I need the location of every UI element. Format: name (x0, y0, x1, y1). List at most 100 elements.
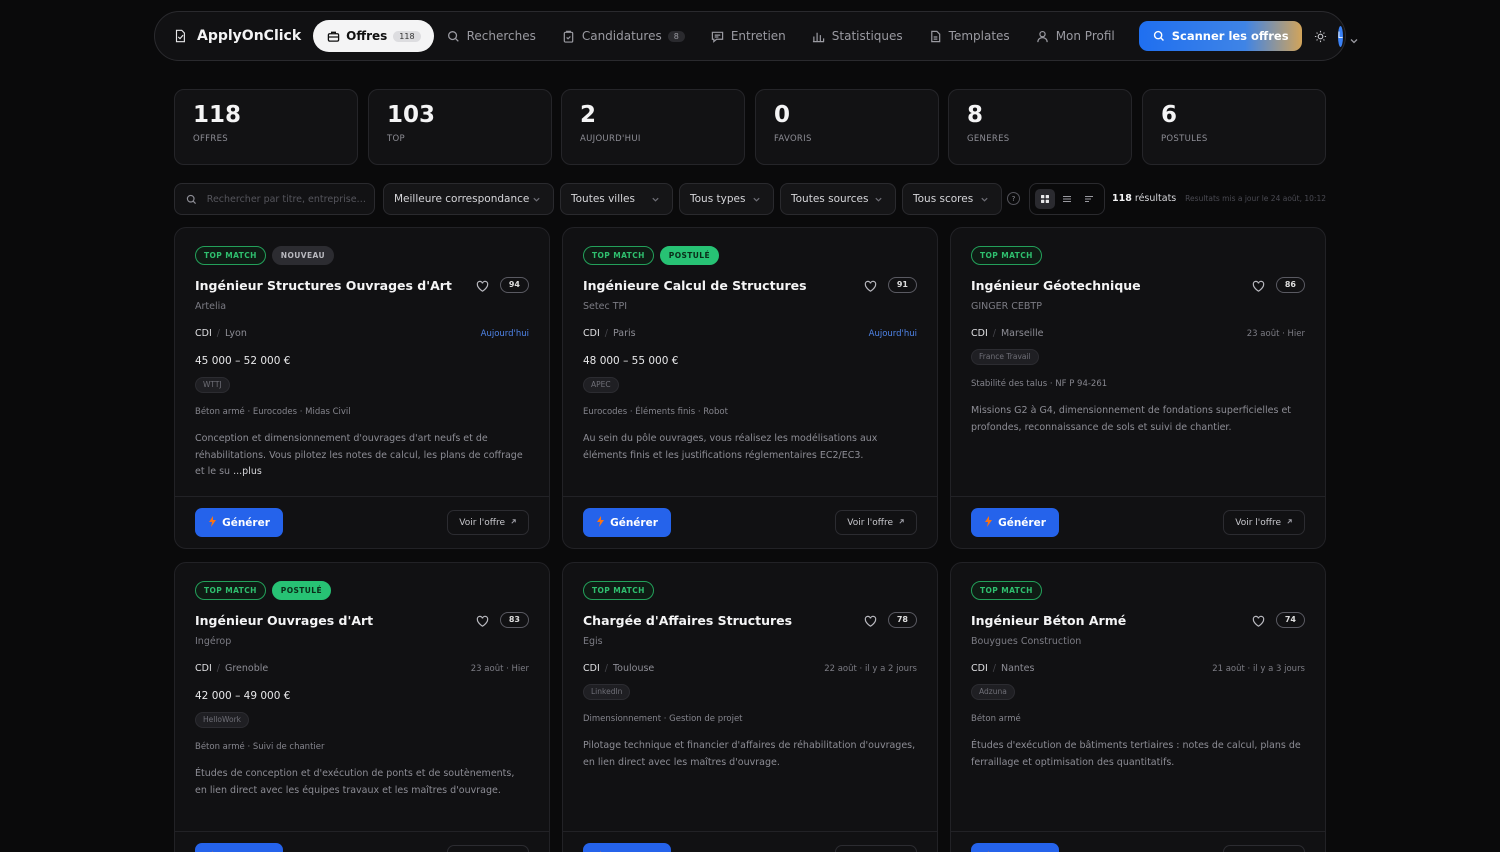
nav-item-entretien[interactable]: Entretien (698, 20, 799, 52)
list-view-button[interactable] (1057, 189, 1077, 209)
view-offer-button[interactable]: Voir l'offre (835, 845, 917, 852)
tag-top: TOP MATCH (971, 581, 1042, 600)
generate-button[interactable]: Générer (195, 508, 283, 537)
heart-icon[interactable] (1252, 613, 1266, 627)
view-offer-button[interactable]: Voir l'offre (1223, 510, 1305, 535)
company-name: GINGER CEBTP (971, 301, 1042, 312)
heart-icon[interactable] (864, 278, 878, 292)
stat-card-offres: 118 OFFRES (174, 89, 358, 165)
heart-icon[interactable] (864, 613, 878, 627)
source-badge: HelloWork (195, 712, 250, 728)
stat-card-postules: 6 POSTULES (1142, 89, 1326, 165)
job-city: Marseille (1000, 328, 1044, 339)
type-select[interactable]: Tous types (679, 183, 774, 215)
job-card[interactable]: TOP MATCH Ingénieur Géotechnique 86 GING… (950, 227, 1326, 549)
tag-applied: POSTULÉ (659, 246, 719, 265)
job-title[interactable]: Ingénieur Structures Ouvrages d'Art (195, 278, 476, 293)
sun-icon (1314, 29, 1328, 43)
job-card[interactable]: TOP MATCH Ingénieur Béton Armé 74 Bouygu… (950, 562, 1326, 852)
generate-label: Générer (610, 516, 658, 529)
description-text: Pilotage technique et financier d'affair… (583, 740, 916, 768)
user-avatar[interactable]: L (1337, 25, 1343, 47)
skills-list: Béton armé · Suivi de chantier (195, 742, 325, 752)
job-city: Nantes (1000, 663, 1035, 674)
card-footer: Générer Voir l'offre (563, 496, 937, 548)
source-badge: Adzuna (971, 684, 1015, 700)
heart-icon[interactable] (1252, 278, 1266, 292)
description-text: Études d'exécution de bâtiments tertiair… (971, 740, 1301, 768)
tag-top: TOP MATCH (195, 581, 266, 600)
job-description: Missions G2 à G4, dimensionnement de fon… (971, 403, 1305, 436)
compact-view-button[interactable] (1079, 189, 1099, 209)
generate-button[interactable]: Générer (971, 843, 1059, 852)
job-title[interactable]: Ingénieur Béton Armé (971, 613, 1252, 628)
heart-icon[interactable] (476, 613, 490, 627)
search-input[interactable] (206, 193, 374, 205)
stat-value: 118 (193, 102, 242, 128)
stat-label: AUJOURD'HUI (580, 134, 641, 144)
card-footer: Générer Voir l'offre (175, 496, 549, 548)
job-title[interactable]: Ingénieur Ouvrages d'Art (195, 613, 476, 628)
chevron-down-icon[interactable] (1349, 31, 1359, 44)
sort-select[interactable]: Meilleure correspondance (383, 183, 554, 215)
user-icon (1036, 29, 1050, 43)
source-select[interactable]: Toutes sources (780, 183, 896, 215)
generate-button[interactable]: Générer (195, 843, 283, 852)
posted-date: 23 août · Hier (1246, 328, 1305, 339)
contract-type: CDI (195, 328, 212, 339)
tag-list: TOP MATCH POSTULÉ (583, 246, 917, 265)
bolt-icon (596, 515, 605, 530)
results-label: résultats (1134, 193, 1177, 204)
source-badge: France Travail (971, 349, 1039, 365)
view-offer-button[interactable]: Voir l'offre (447, 510, 529, 535)
job-card[interactable]: TOP MATCH NOUVEAU Ingénieur Structures Ou… (174, 227, 550, 549)
view-offer-label: Voir l'offre (1235, 517, 1281, 528)
stat-label: GENERES (967, 134, 1010, 144)
view-offer-button[interactable]: Voir l'offre (1223, 845, 1305, 852)
generate-button[interactable]: Générer (971, 508, 1059, 537)
job-title[interactable]: Ingénieur Géotechnique (971, 278, 1252, 293)
contract-type: CDI (583, 663, 600, 674)
job-card[interactable]: TOP MATCH POSTULÉ Ingénieure Calcul de St… (562, 227, 938, 549)
description-text: Missions G2 à G4, dimensionnement de fon… (971, 405, 1292, 433)
nav-item-recherches[interactable]: Recherches (434, 20, 549, 52)
stat-card-aujourdhui: 2 AUJOURD'HUI (561, 89, 745, 165)
generate-button[interactable]: Générer (583, 843, 671, 852)
view-offer-button[interactable]: Voir l'offre (447, 845, 529, 852)
nav-item-templates[interactable]: Templates (916, 20, 1023, 52)
nav-item-statistiques[interactable]: Statistiques (799, 20, 916, 52)
job-title[interactable]: Chargée d'Affaires Structures (583, 613, 864, 628)
help-icon[interactable]: ? (1007, 192, 1020, 205)
nav-item-mon-profil[interactable]: Mon Profil (1023, 20, 1128, 52)
heart-icon[interactable] (476, 278, 490, 292)
document-icon (929, 29, 943, 43)
grid-view-button[interactable] (1035, 189, 1055, 209)
card-footer: Générer Voir l'offre (951, 496, 1325, 548)
bolt-icon (208, 515, 217, 530)
nav-item-label: Statistiques (831, 29, 903, 43)
separator: / (604, 328, 608, 339)
salary: 42 000 – 49 000 € (195, 690, 291, 702)
score-select[interactable]: Tous scores (902, 183, 1002, 215)
company-name: Setec TPI (583, 301, 628, 312)
job-card[interactable]: TOP MATCH Chargée d'Affaires Structures … (562, 562, 938, 852)
filter-bar: Meilleure correspondance Toutes villes T… (174, 183, 1326, 215)
stat-label: POSTULES (1161, 134, 1208, 144)
nav-item-offres[interactable]: Offres 118 (313, 20, 434, 52)
read-more-link[interactable]: ...plus (233, 466, 262, 477)
tag-top: TOP MATCH (195, 246, 266, 265)
job-card[interactable]: TOP MATCH POSTULÉ Ingénieur Ouvrages d'Ar… (174, 562, 550, 852)
match-score-badge: 94 (499, 277, 529, 293)
nav-item-candidatures[interactable]: Candidatures 8 (549, 20, 698, 52)
scan-offers-button[interactable]: Scanner les offres (1138, 21, 1302, 51)
view-offer-button[interactable]: Voir l'offre (835, 510, 917, 535)
compact-list-icon (1082, 192, 1096, 206)
generate-button[interactable]: Générer (583, 508, 671, 537)
contract-type: CDI (583, 328, 600, 339)
job-title[interactable]: Ingénieure Calcul de Structures (583, 278, 864, 293)
description-text: Au sein du pôle ouvrages, vous réalisez … (583, 433, 878, 461)
brand[interactable]: ApplyOnClick (173, 28, 301, 44)
theme-toggle-button[interactable] (1314, 26, 1328, 46)
city-select[interactable]: Toutes villes (560, 183, 673, 215)
posted-date: 22 août · il y a 2 jours (824, 663, 917, 674)
